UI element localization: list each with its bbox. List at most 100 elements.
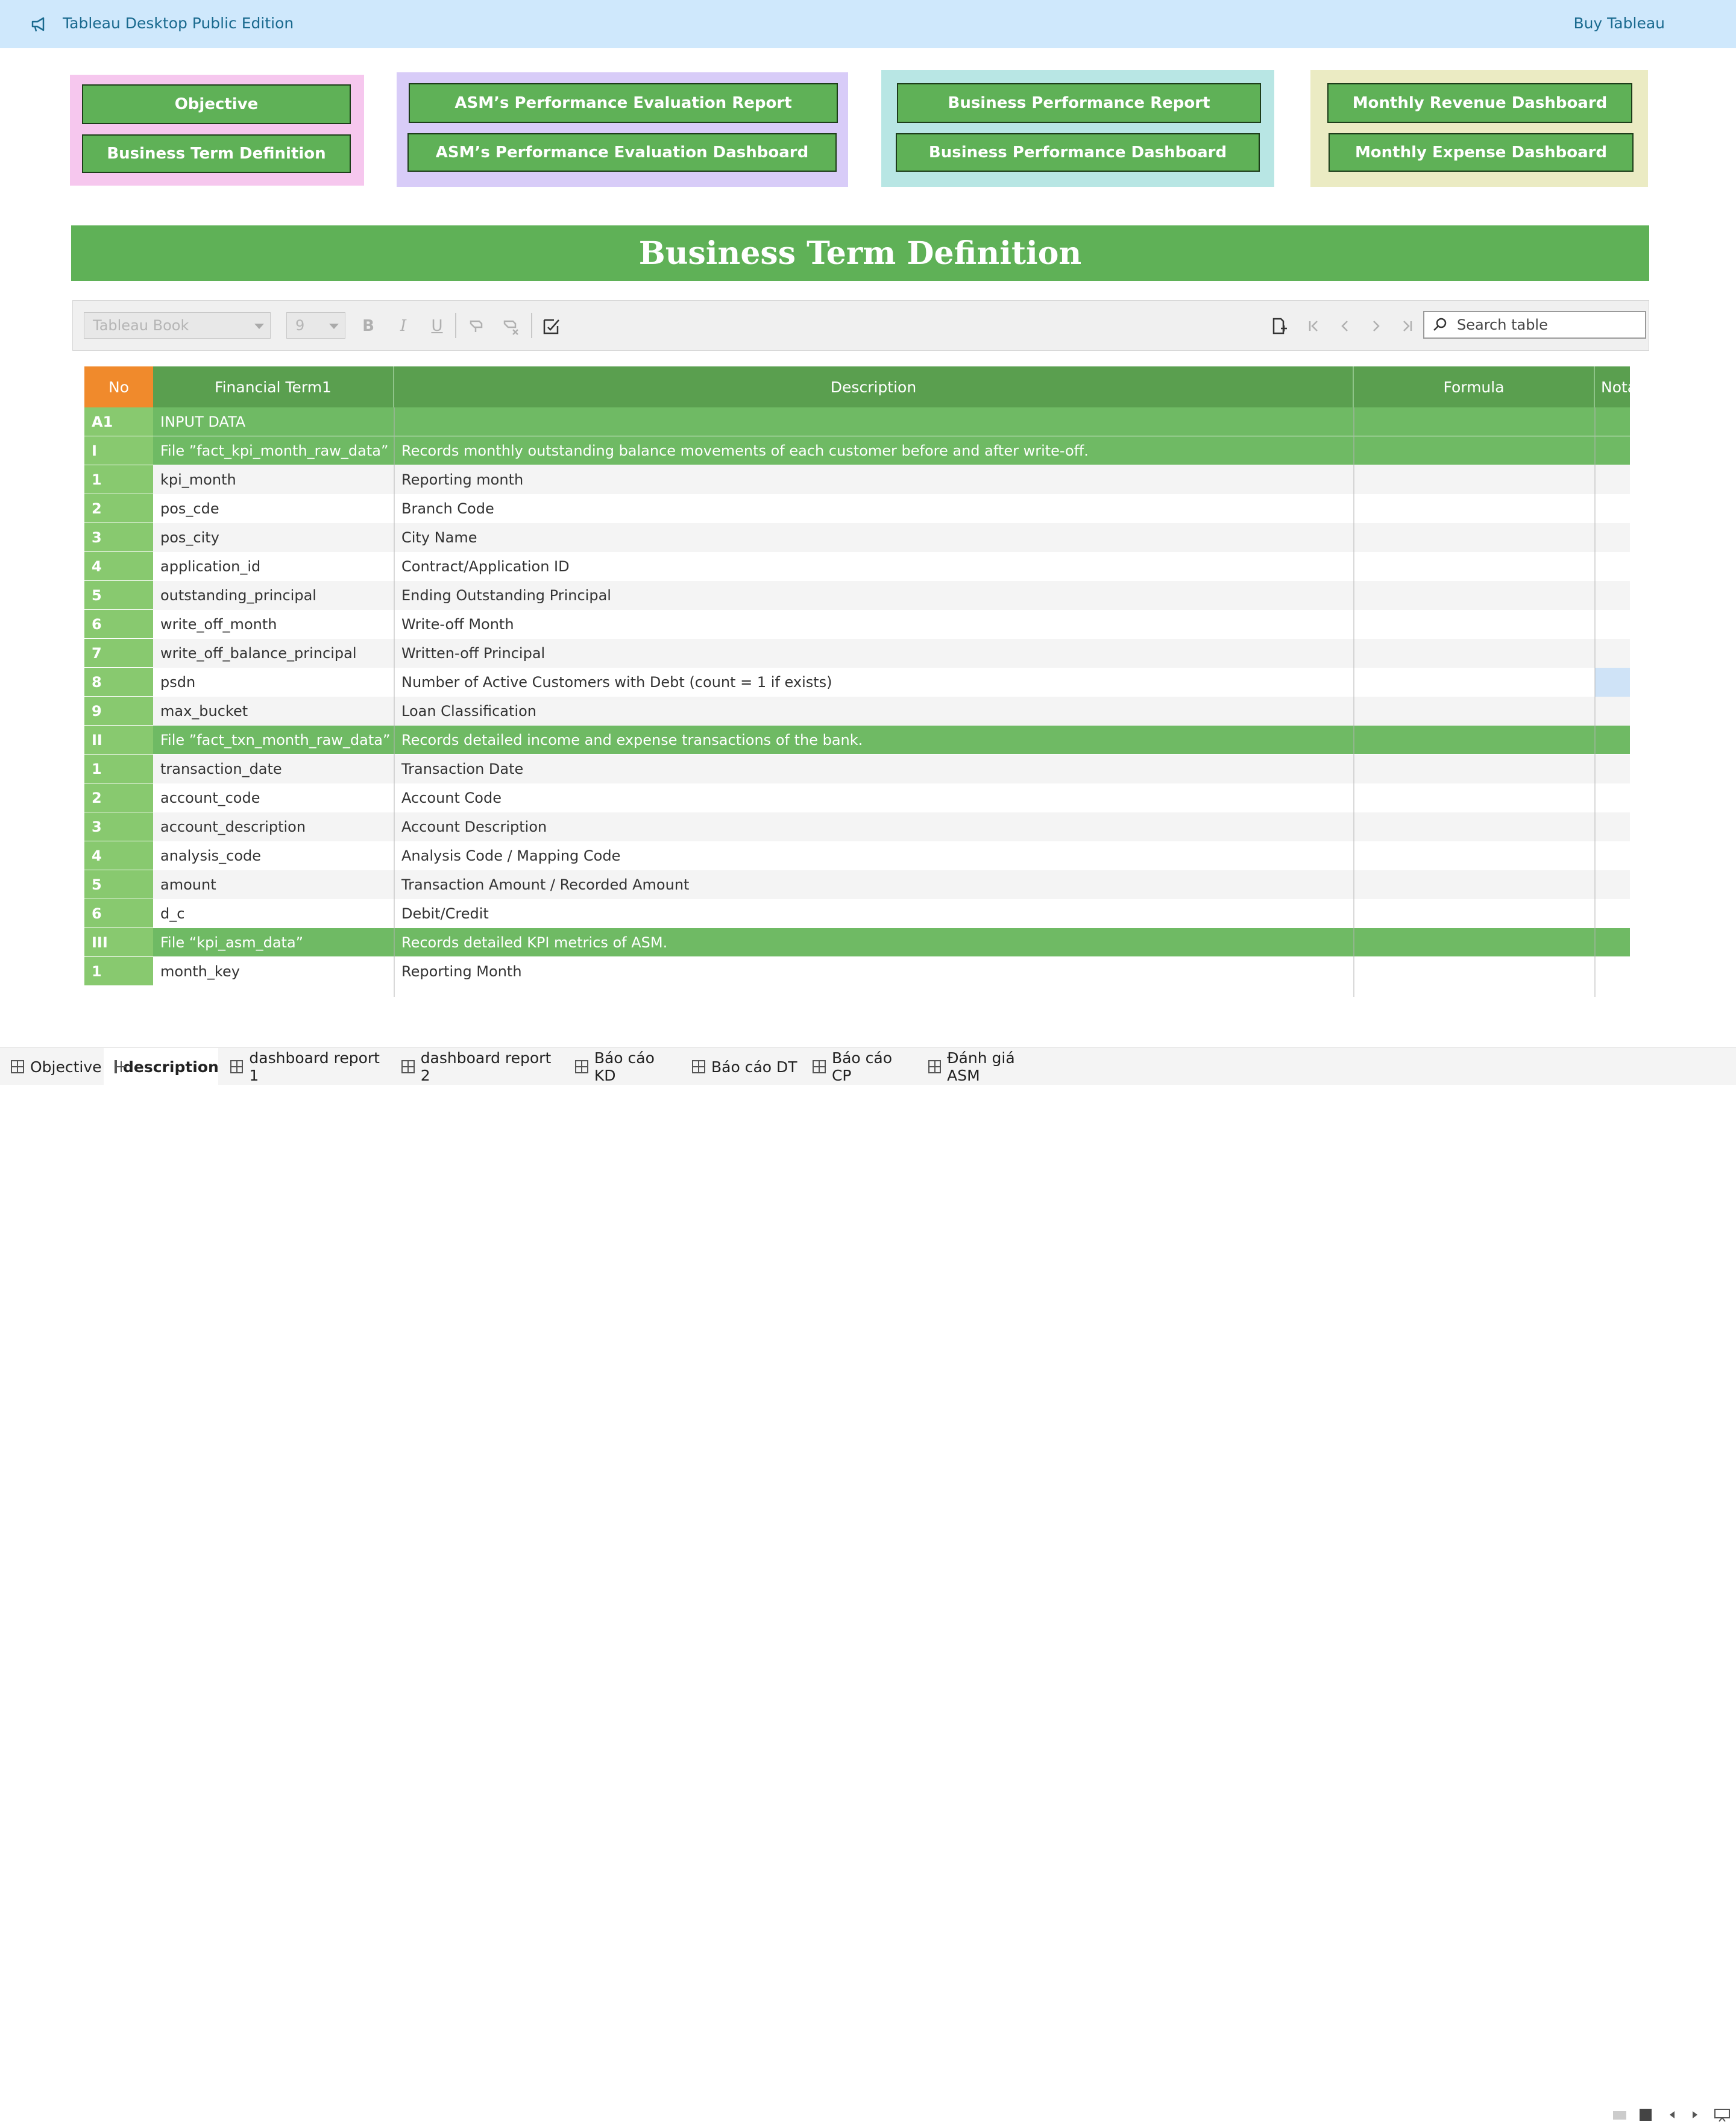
- term-cell[interactable]: File ”fact_txn_month_raw_data”: [153, 726, 394, 755]
- term-cell[interactable]: application_id: [153, 552, 394, 581]
- header-formula[interactable]: Formula: [1354, 366, 1595, 407]
- nota-cell[interactable]: [1595, 957, 1630, 986]
- table-row[interactable]: 3 pos_city City Name: [72, 523, 1630, 552]
- table-section-row[interactable]: II File ”fact_txn_month_raw_data” Records …: [72, 726, 1630, 755]
- business-performance-report-button[interactable]: Business Performance Report: [897, 83, 1261, 123]
- description-cell[interactable]: Records detailed KPI metrics of ASM.: [394, 928, 1354, 957]
- formula-cell[interactable]: [1354, 610, 1595, 639]
- formula-cell[interactable]: [1354, 639, 1595, 668]
- table-row[interactable]: 3 account_description Account Description: [72, 812, 1630, 841]
- description-cell[interactable]: Number of Active Customers with Debt (co…: [394, 668, 1354, 697]
- nota-cell[interactable]: [1595, 494, 1630, 523]
- description-cell[interactable]: Records detailed income and expense tran…: [394, 726, 1354, 755]
- presentation-mode-icon[interactable]: [1713, 2108, 1731, 2122]
- formula-cell[interactable]: [1354, 928, 1595, 957]
- add-page-icon[interactable]: [1268, 315, 1289, 337]
- term-cell[interactable]: pos_cde: [153, 494, 394, 523]
- term-cell[interactable]: account_description: [153, 812, 394, 841]
- previous-page-icon[interactable]: [1334, 315, 1356, 337]
- nota-cell[interactable]: [1595, 870, 1630, 899]
- table-row[interactable]: 2 account_code Account Code: [72, 783, 1630, 812]
- nota-cell[interactable]: [1595, 783, 1630, 812]
- description-cell[interactable]: Reporting month: [394, 465, 1354, 494]
- table-row[interactable]: 1 transaction_date Transaction Date: [72, 755, 1630, 783]
- table-row[interactable]: 6 write_off_month Write-off Month: [72, 610, 1630, 639]
- table-row[interactable]: 1 kpi_month Reporting month: [72, 465, 1630, 494]
- font-family-select[interactable]: Tableau Book: [84, 312, 271, 339]
- sheet-tab[interactable]: Báo cáo KD: [564, 1048, 680, 1085]
- nota-cell[interactable]: [1595, 812, 1630, 841]
- description-cell[interactable]: Transaction Amount / Recorded Amount: [394, 870, 1354, 899]
- font-size-select[interactable]: 9: [286, 312, 345, 339]
- description-cell[interactable]: Branch Code: [394, 494, 1354, 523]
- nota-cell[interactable]: [1595, 523, 1630, 552]
- nota-cell[interactable]: [1595, 697, 1630, 726]
- sheet-tab[interactable]: dashboard report 2: [391, 1048, 563, 1085]
- objective-button[interactable]: Objective: [82, 84, 351, 124]
- formula-cell[interactable]: [1354, 783, 1595, 812]
- formula-cell[interactable]: [1354, 812, 1595, 841]
- scroll-right-icon[interactable]: [1689, 2108, 1701, 2122]
- scroll-left-icon[interactable]: [1666, 2108, 1678, 2122]
- formula-cell[interactable]: [1354, 668, 1595, 697]
- nota-cell[interactable]: [1595, 841, 1630, 870]
- description-cell[interactable]: Write-off Month: [394, 610, 1354, 639]
- business-term-definition-button[interactable]: Business Term Definition: [82, 134, 351, 173]
- formula-cell[interactable]: [1354, 841, 1595, 870]
- formula-cell[interactable]: [1354, 407, 1595, 436]
- formula-cell[interactable]: [1354, 957, 1595, 986]
- description-cell[interactable]: Written-off Principal: [394, 639, 1354, 668]
- term-cell[interactable]: analysis_code: [153, 841, 394, 870]
- table-section-row[interactable]: I File ”fact_kpi_month_raw_data” Records m…: [72, 436, 1630, 465]
- description-cell[interactable]: [394, 407, 1354, 436]
- show-filmstrip-icon[interactable]: [1612, 2108, 1628, 2122]
- table-row[interactable]: 9 max_bucket Loan Classification: [72, 697, 1630, 726]
- formula-cell[interactable]: [1354, 436, 1595, 465]
- term-cell[interactable]: month_key: [153, 957, 394, 986]
- term-cell[interactable]: transaction_date: [153, 755, 394, 783]
- table-section-row[interactable]: III File “kpi_asm_data” Records detailed K…: [72, 928, 1630, 957]
- table-row[interactable]: 6 d_c Debit/Credit: [72, 899, 1630, 928]
- search-table-field[interactable]: Search table: [1423, 311, 1646, 339]
- term-cell[interactable]: File ”fact_kpi_month_raw_data”: [153, 436, 394, 465]
- table-row[interactable]: 5 amount Transaction Amount / Recorded Amo…: [72, 870, 1630, 899]
- nota-cell[interactable]: [1595, 639, 1630, 668]
- nota-cell[interactable]: [1595, 581, 1630, 610]
- table-row[interactable]: 8 psdn Number of Active Customers with Deb…: [72, 668, 1630, 697]
- clear-format-icon[interactable]: [500, 315, 521, 337]
- header-financial-term[interactable]: Financial Term1: [153, 366, 394, 407]
- business-performance-dashboard-button[interactable]: Business Performance Dashboard: [896, 133, 1260, 172]
- next-page-icon[interactable]: [1365, 315, 1387, 337]
- description-cell[interactable]: Analysis Code / Mapping Code: [394, 841, 1354, 870]
- table-row[interactable]: 4 analysis_code Analysis Code / Mapping Co…: [72, 841, 1630, 870]
- description-cell[interactable]: Account Description: [394, 812, 1354, 841]
- description-cell[interactable]: Transaction Date: [394, 755, 1354, 783]
- term-cell[interactable]: write_off_month: [153, 610, 394, 639]
- term-cell[interactable]: INPUT DATA: [153, 407, 394, 436]
- nota-cell[interactable]: [1595, 668, 1630, 697]
- term-cell[interactable]: d_c: [153, 899, 394, 928]
- formula-cell[interactable]: [1354, 494, 1595, 523]
- nota-cell[interactable]: [1595, 899, 1630, 928]
- description-cell[interactable]: Account Code: [394, 783, 1354, 812]
- header-no[interactable]: No: [84, 366, 153, 407]
- underline-button[interactable]: U: [424, 313, 450, 339]
- sheet-tab[interactable]: Đánh giá ASM: [917, 1048, 1048, 1085]
- term-cell[interactable]: account_code: [153, 783, 394, 812]
- first-page-icon[interactable]: [1303, 315, 1324, 337]
- nota-cell[interactable]: [1595, 436, 1630, 465]
- nota-cell[interactable]: [1595, 726, 1630, 755]
- table-section-row[interactable]: A1 INPUT DATA: [72, 407, 1630, 436]
- sheet-tab[interactable]: Objective: [0, 1048, 102, 1085]
- megaphone-icon[interactable]: [29, 14, 48, 34]
- monthly-expense-dashboard-button[interactable]: Monthly Expense Dashboard: [1329, 133, 1634, 172]
- monthly-revenue-dashboard-button[interactable]: Monthly Revenue Dashboard: [1327, 83, 1632, 123]
- nota-cell[interactable]: [1595, 610, 1630, 639]
- term-cell[interactable]: File “kpi_asm_data”: [153, 928, 394, 957]
- format-painter-icon[interactable]: [466, 315, 488, 337]
- description-cell[interactable]: City Name: [394, 523, 1354, 552]
- nota-cell[interactable]: [1595, 407, 1630, 436]
- last-page-icon[interactable]: [1397, 315, 1418, 337]
- term-cell[interactable]: pos_city: [153, 523, 394, 552]
- description-cell[interactable]: Contract/Application ID: [394, 552, 1354, 581]
